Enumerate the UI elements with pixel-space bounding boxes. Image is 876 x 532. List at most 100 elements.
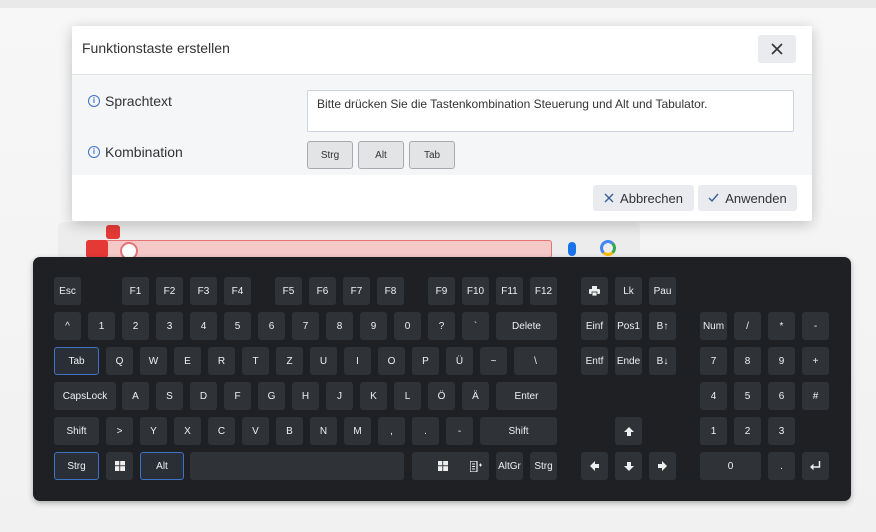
cancel-button[interactable]: Abbrechen	[593, 185, 694, 211]
key-numpad-5[interactable]: 5	[734, 382, 761, 410]
key-f10[interactable]: F10	[462, 277, 489, 305]
key-tilde[interactable]: ~	[480, 347, 507, 375]
key-8[interactable]: 8	[326, 312, 353, 340]
key-altgr[interactable]: AltGr	[496, 452, 523, 480]
key-strg-left[interactable]: Strg	[54, 452, 99, 480]
key-4[interactable]: 4	[190, 312, 217, 340]
key-f8[interactable]: F8	[377, 277, 404, 305]
key-windows-left[interactable]	[106, 452, 133, 480]
key-f12[interactable]: F12	[530, 277, 557, 305]
key-2[interactable]: 2	[122, 312, 149, 340]
key-pause[interactable]: Pau	[649, 277, 676, 305]
key-f9[interactable]: F9	[428, 277, 455, 305]
key-0[interactable]: 0	[394, 312, 421, 340]
key-entf[interactable]: Entf	[581, 347, 608, 375]
info-icon[interactable]: i	[88, 146, 100, 158]
key-numpad-divide[interactable]: /	[734, 312, 761, 340]
key-y[interactable]: Y	[140, 417, 167, 445]
key-num[interactable]: Num	[700, 312, 727, 340]
key-f6[interactable]: F6	[309, 277, 336, 305]
key-numpad-decimal[interactable]: .	[768, 452, 795, 480]
key-f1[interactable]: F1	[122, 277, 149, 305]
key-arrow-left[interactable]	[581, 452, 608, 480]
key-esc[interactable]: Esc	[54, 277, 81, 305]
key-1[interactable]: 1	[88, 312, 115, 340]
key-o[interactable]: O	[378, 347, 405, 375]
key-numpad-3[interactable]: 3	[768, 417, 795, 445]
key-q[interactable]: Q	[106, 347, 133, 375]
key-c[interactable]: C	[208, 417, 235, 445]
key-s[interactable]: S	[156, 382, 183, 410]
key-oe[interactable]: Ö	[428, 382, 455, 410]
info-icon[interactable]: i	[88, 95, 100, 107]
key-f5[interactable]: F5	[275, 277, 302, 305]
key-space[interactable]	[190, 452, 404, 480]
key-shift-left[interactable]: Shift	[54, 417, 99, 445]
key-ende[interactable]: Ende	[615, 347, 642, 375]
key-numpad-9[interactable]: 9	[768, 347, 795, 375]
key-pos1[interactable]: Pos1	[615, 312, 642, 340]
key-scroll-lock[interactable]: Lk	[615, 277, 642, 305]
key-g[interactable]: G	[258, 382, 285, 410]
key-caret[interactable]: ^	[54, 312, 81, 340]
key-a[interactable]: A	[122, 382, 149, 410]
key-numpad-8[interactable]: 8	[734, 347, 761, 375]
key-z[interactable]: Z	[276, 347, 303, 375]
key-numpad-1[interactable]: 1	[700, 417, 727, 445]
key-page-up[interactable]: B↑	[649, 312, 676, 340]
key-alt[interactable]: Alt	[140, 452, 184, 480]
key-f3[interactable]: F3	[190, 277, 217, 305]
key-numpad-0[interactable]: 0	[700, 452, 761, 480]
key-period[interactable]: .	[412, 417, 439, 445]
key-context-menu[interactable]	[462, 452, 489, 480]
key-page-down[interactable]: B↓	[649, 347, 676, 375]
key-h[interactable]: H	[292, 382, 319, 410]
key-j[interactable]: J	[326, 382, 353, 410]
key-3[interactable]: 3	[156, 312, 183, 340]
key-f4[interactable]: F4	[224, 277, 251, 305]
key-e[interactable]: E	[174, 347, 201, 375]
key-v[interactable]: V	[242, 417, 269, 445]
key-d[interactable]: D	[190, 382, 217, 410]
key-numpad-6[interactable]: 6	[768, 382, 795, 410]
key-u[interactable]: U	[310, 347, 337, 375]
key-shift-right[interactable]: Shift	[480, 417, 557, 445]
key-backtick[interactable]: `	[462, 312, 489, 340]
key-f11[interactable]: F11	[496, 277, 523, 305]
key-f[interactable]: F	[224, 382, 251, 410]
key-backslash[interactable]: \	[514, 347, 557, 375]
key-n[interactable]: N	[310, 417, 337, 445]
key-numpad-plus[interactable]: +	[802, 347, 829, 375]
key-7[interactable]: 7	[292, 312, 319, 340]
key-minus[interactable]: -	[446, 417, 473, 445]
key-i[interactable]: I	[344, 347, 371, 375]
key-6[interactable]: 6	[258, 312, 285, 340]
key-m[interactable]: M	[344, 417, 371, 445]
key-t[interactable]: T	[242, 347, 269, 375]
speech-text-field[interactable]: Bitte drücken Sie die Tastenkombination …	[307, 90, 794, 132]
key-numpad-minus[interactable]: -	[802, 312, 829, 340]
key-numpad-hash[interactable]: #	[802, 382, 829, 410]
key-k[interactable]: K	[360, 382, 387, 410]
key-print[interactable]	[581, 277, 608, 305]
key-b[interactable]: B	[276, 417, 303, 445]
combination-key-alt[interactable]: Alt	[358, 141, 404, 169]
key-arrow-down[interactable]	[615, 452, 642, 480]
key-numpad-2[interactable]: 2	[734, 417, 761, 445]
key-arrow-right[interactable]	[649, 452, 676, 480]
key-f2[interactable]: F2	[156, 277, 183, 305]
key-ae[interactable]: Ä	[462, 382, 489, 410]
key-numpad-multiply[interactable]: *	[768, 312, 795, 340]
key-numpad-7[interactable]: 7	[700, 347, 727, 375]
key-f7[interactable]: F7	[343, 277, 370, 305]
key-numpad-4[interactable]: 4	[700, 382, 727, 410]
combination-key-tab[interactable]: Tab	[409, 141, 455, 169]
combination-key-strg[interactable]: Strg	[307, 141, 353, 169]
key-r[interactable]: R	[208, 347, 235, 375]
key-ue[interactable]: Ü	[446, 347, 473, 375]
key-x[interactable]: X	[174, 417, 201, 445]
key-delete[interactable]: Delete	[496, 312, 557, 340]
close-button[interactable]	[758, 35, 796, 63]
key-enter[interactable]: Enter	[496, 382, 557, 410]
key-comma[interactable]: ,	[378, 417, 405, 445]
